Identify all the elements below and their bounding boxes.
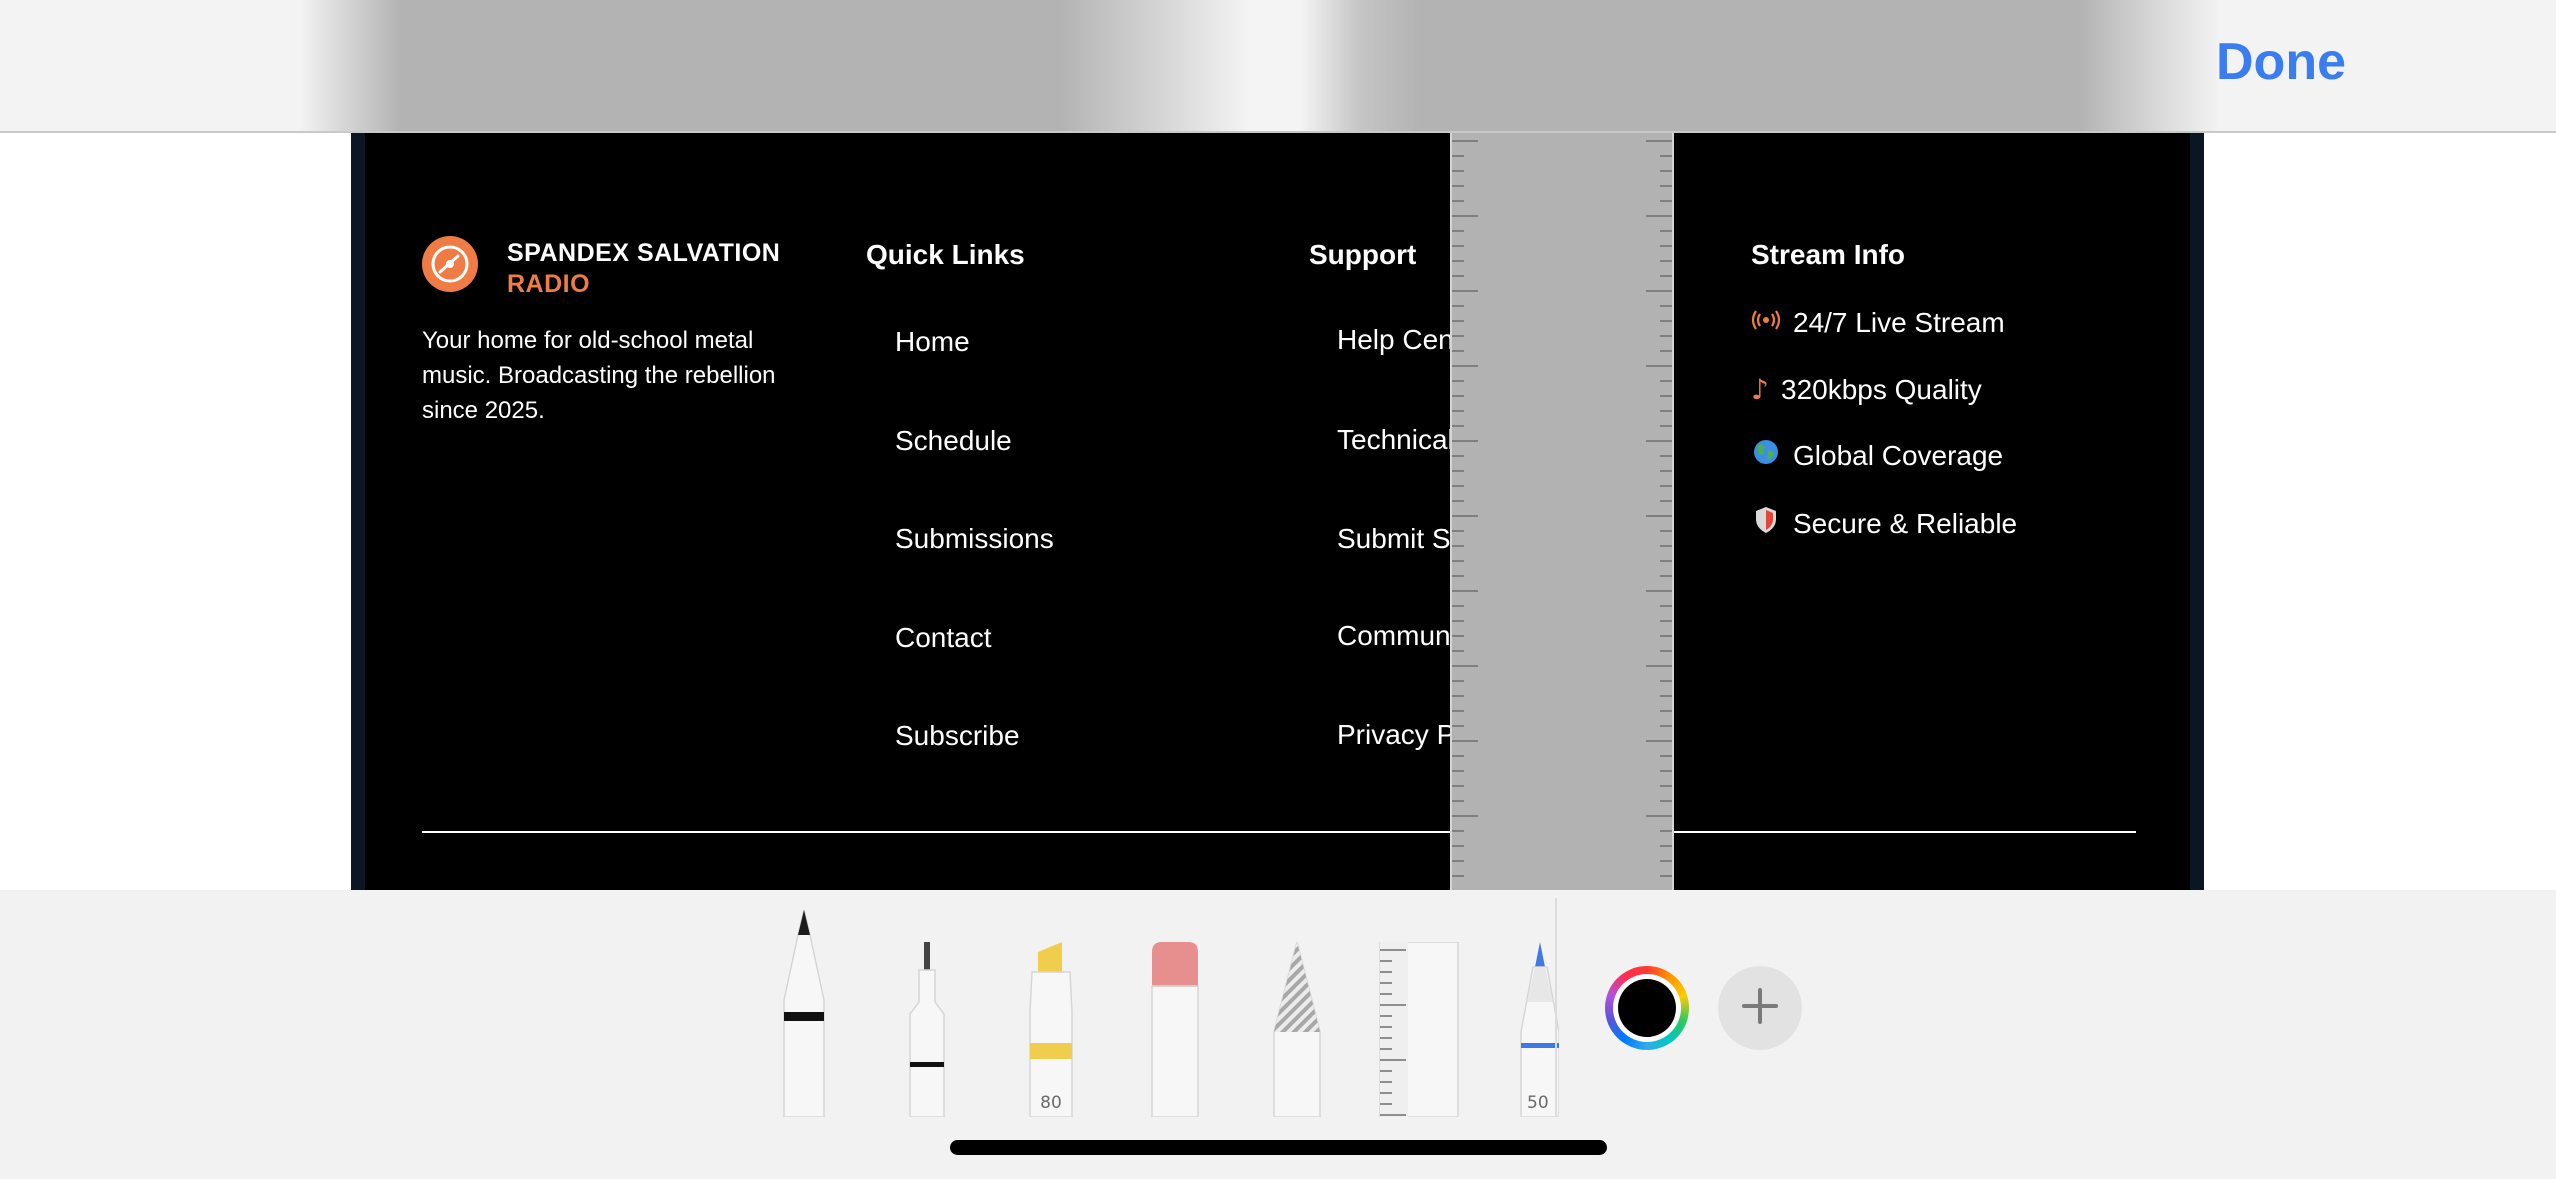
globe-icon [1751,439,1781,472]
broadcast-icon [1751,309,1781,338]
quick-link-contact[interactable]: Contact [895,622,992,654]
home-indicator[interactable] [950,1140,1607,1155]
stream-info-label: 320kbps Quality [1781,373,1982,405]
ruler-overlay[interactable] [1450,133,1674,890]
brand-description: Your home for old-school metal music. Br… [422,327,776,424]
stream-info-label: 24/7 Live Stream [1793,307,2005,338]
home-indicator-area [0,1117,2556,1179]
support-title: Support [1309,239,1417,270]
quick-links-title: Quick Links [866,239,1025,270]
plus-icon [1741,987,1779,1030]
quick-link-home[interactable]: Home [895,326,970,358]
website-footer: SPANDEX SALVATION RADIO Your home for ol… [351,133,2204,890]
stream-info-item: ♪ 320kbps Quality [1751,373,1982,406]
stream-info-label: Global Coverage [1793,439,2004,471]
color-picker-button[interactable] [1605,966,1689,1050]
brand-name-line2: RADIO [507,270,591,298]
done-button[interactable]: Done [2216,32,2346,92]
quick-link-schedule[interactable]: Schedule [895,425,1012,457]
palette-separator [1555,898,1557,1117]
markup-toolbar-top: Done [0,0,2556,133]
quick-link-submissions[interactable]: Submissions [895,523,1054,555]
highlighter-width-label: 80 [1040,1093,1062,1113]
music-note-icon: ♪ [1751,373,1769,406]
footer-divider [422,831,2136,833]
eraser-tool[interactable] [1148,942,1202,1118]
stream-info-title: Stream Info [1751,239,1906,270]
brand-name: SPANDEX SALVATION RADIO [507,238,837,300]
vinyl-disc-icon [422,236,478,292]
highlighter-tool[interactable]: 80 [1024,942,1078,1118]
fineliner-tool[interactable] [900,942,954,1118]
tool-palette: 80 50 [0,890,2556,1119]
stream-info-item: Secure & Reliable [1751,506,2017,541]
current-color-swatch [1618,979,1676,1037]
add-tool-button[interactable] [1718,966,1802,1050]
stream-info-item: Global Coverage [1751,439,2003,472]
stream-info-label: Secure & Reliable [1793,507,2018,539]
brand-name-line1: SPANDEX SALVATION [507,239,781,267]
markup-canvas[interactable]: SPANDEX SALVATION RADIO Your home for ol… [0,133,2556,890]
lasso-tool[interactable] [1268,941,1326,1118]
stream-info-item: 24/7 Live Stream [1751,307,2005,339]
ruler-tool[interactable] [1378,941,1460,1118]
pen-tool[interactable] [777,909,831,1118]
crayon-tool[interactable]: 50 [1515,942,1559,1117]
quick-link-subscribe[interactable]: Subscribe [895,720,1020,752]
shield-icon [1751,506,1781,541]
